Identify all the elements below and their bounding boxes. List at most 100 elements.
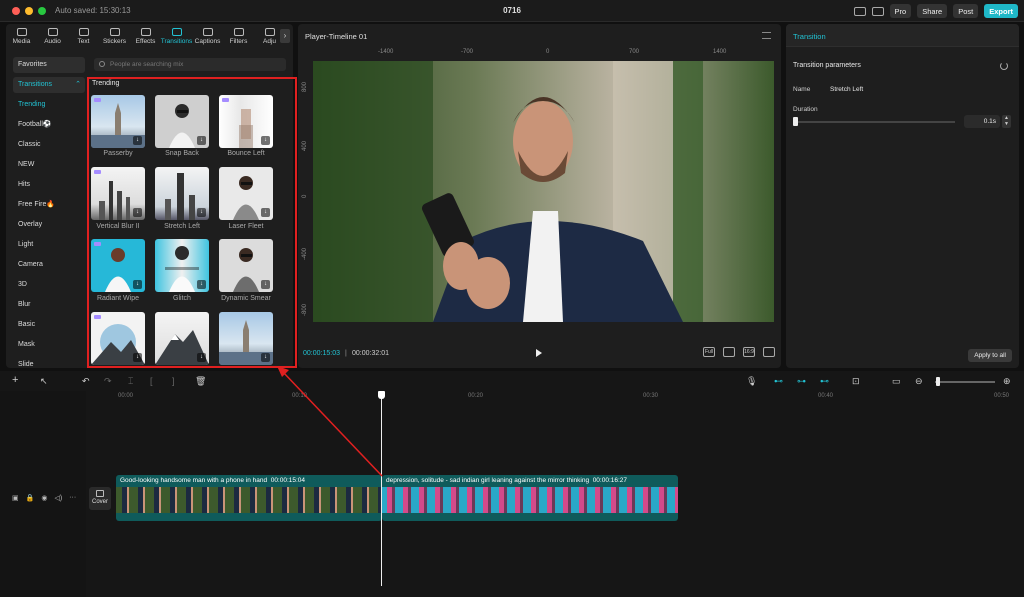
share-button[interactable]: Share xyxy=(917,4,948,18)
category-item[interactable]: Light xyxy=(13,237,85,253)
category-item[interactable]: 3D xyxy=(13,277,85,293)
tool-filters[interactable]: Filters xyxy=(223,24,254,48)
media-icon xyxy=(16,27,27,36)
category-item[interactable]: Hits xyxy=(13,177,85,193)
snap-icon[interactable]: ⊡ xyxy=(852,376,860,387)
duration-slider-track[interactable] xyxy=(795,121,955,123)
category-item[interactable]: Camera xyxy=(13,257,85,273)
fullscreen-icon[interactable] xyxy=(763,347,775,357)
select-tool-icon[interactable]: ↖ xyxy=(40,376,48,387)
duration-input[interactable]: 0.1s xyxy=(964,115,1000,128)
delete-icon[interactable]: 🗑 xyxy=(195,376,206,387)
tool-media[interactable]: Media xyxy=(6,24,37,48)
speaker-icon[interactable]: ◁) xyxy=(54,494,62,502)
search-icon xyxy=(99,61,105,67)
search-input[interactable]: People are searching mix xyxy=(94,58,286,71)
play-icon[interactable] xyxy=(536,349,542,357)
playhead-handle[interactable] xyxy=(378,391,385,399)
category-item[interactable]: Slide xyxy=(13,357,85,368)
timeline-tick: 00:30 xyxy=(643,393,659,399)
timeline-tick: 00:50 xyxy=(994,393,1010,399)
tool-label: Text xyxy=(77,37,90,45)
post-button[interactable]: Post xyxy=(953,4,979,18)
transition-parameters-heading[interactable]: Transition parameters xyxy=(793,62,861,69)
add-icon[interactable]: + xyxy=(12,374,18,386)
menu-icon[interactable] xyxy=(762,32,771,39)
category-item[interactable]: Classic xyxy=(13,137,85,153)
pro-button[interactable]: Pro xyxy=(889,4,912,18)
ruler-tick: 800 xyxy=(302,81,308,92)
category-item[interactable]: Basic xyxy=(13,317,85,333)
filters-icon xyxy=(233,27,244,36)
properties-title[interactable]: Transition xyxy=(793,32,826,41)
timeline-ruler[interactable]: 00:00 00:10 00:20 00:30 00:40 00:50 xyxy=(86,393,1024,403)
category-item[interactable]: Football⚽ xyxy=(13,117,85,133)
share-label: Share xyxy=(922,6,943,16)
cover-button[interactable]: Cover xyxy=(89,487,111,510)
category-item[interactable]: Overlay xyxy=(13,217,85,233)
tool-effects[interactable]: Effects xyxy=(130,24,161,48)
time-separator: | xyxy=(345,350,347,357)
microphone-icon[interactable]: 🎙 xyxy=(746,376,757,387)
duration-stepper[interactable]: ▲ ▼ xyxy=(1002,115,1011,128)
tool-audio[interactable]: Audio xyxy=(37,24,68,48)
category-item[interactable]: Blur xyxy=(13,297,85,313)
aspect-ratio-button[interactable]: 16:9 xyxy=(743,347,755,357)
split-right-icon[interactable]: ] xyxy=(172,376,175,386)
properties-header: Transition xyxy=(786,24,1019,47)
video-preview[interactable] xyxy=(313,61,774,322)
tool-captions[interactable]: Captions xyxy=(192,24,223,48)
timeline-tick: 00:40 xyxy=(818,393,834,399)
redo-icon[interactable]: ↷ xyxy=(104,376,112,387)
reset-icon[interactable] xyxy=(1000,62,1008,70)
more-icon[interactable]: ··· xyxy=(69,494,76,502)
tool-label: Audio xyxy=(44,37,61,45)
zoom-slider-thumb[interactable] xyxy=(936,377,940,386)
ruler-tick: 700 xyxy=(629,49,640,55)
stickers-icon xyxy=(109,27,120,36)
name-label: Name xyxy=(793,86,811,93)
title-bar: Auto saved: 15:30:13 0716 Pro Share Post… xyxy=(0,0,1024,22)
tool-stickers[interactable]: Stickers xyxy=(99,24,130,48)
effects-icon xyxy=(140,27,151,36)
undo-icon[interactable]: ↶ xyxy=(82,376,90,387)
magnet-icon[interactable]: ⊷ xyxy=(774,376,783,387)
fit-icon[interactable]: ▭ xyxy=(892,376,901,387)
zoom-slider-track[interactable] xyxy=(935,381,995,383)
export-button[interactable]: Export xyxy=(984,4,1018,18)
video-clip[interactable]: Good-looking handsome man with a phone i… xyxy=(116,475,382,521)
category-item[interactable]: Favorites xyxy=(13,57,85,73)
toolbar-more-button[interactable]: › xyxy=(280,29,290,43)
tool-transitions[interactable]: Transitions xyxy=(161,24,192,48)
zoom-out-icon[interactable]: ⊖ xyxy=(915,376,923,387)
eye-icon[interactable]: ◉ xyxy=(41,494,47,502)
shortcuts-icon[interactable] xyxy=(871,6,884,16)
lock-icon[interactable]: 🔒 xyxy=(26,494,35,502)
layout-icon[interactable] xyxy=(853,6,866,16)
split-icon[interactable]: ⌶ xyxy=(128,376,133,387)
apply-to-all-button[interactable]: Apply to all xyxy=(968,349,1012,362)
split-left-icon[interactable]: [ xyxy=(150,376,153,386)
preview-axis-icon[interactable]: ⊷ xyxy=(820,376,829,387)
category-item[interactable]: Transitions xyxy=(13,77,85,93)
snapshot-icon[interactable] xyxy=(723,347,735,357)
duration-slider-thumb[interactable] xyxy=(793,117,798,126)
category-item[interactable]: Free Fire🔥 xyxy=(13,197,85,213)
playhead-line[interactable] xyxy=(381,396,382,586)
horizontal-ruler: -1400 -700 0 700 1400 xyxy=(313,49,773,57)
video-clip[interactable]: depression, solitude - sad indian girl l… xyxy=(382,475,678,521)
timeline-toolbar: + ↖ ↶ ↷ ⌶ [ ] 🗑 🎙 ⊷ ⊶ ⊷ ⊡ ▭ ⊖ ⊕ xyxy=(0,371,1024,391)
link-icon[interactable]: ⊶ xyxy=(797,376,806,387)
clip-thumbnails xyxy=(382,487,678,513)
ruler-tick: 0 xyxy=(546,49,550,55)
full-quality-button[interactable]: Full xyxy=(703,347,715,357)
transitions-icon xyxy=(171,27,182,36)
category-item[interactable]: Mask xyxy=(13,337,85,353)
category-item[interactable]: NEW xyxy=(13,157,85,173)
ruler-tick: 400 xyxy=(302,140,308,151)
zoom-in-icon[interactable]: ⊕ xyxy=(1003,376,1011,387)
vertical-ruler: 800 400 0 -400 -800 xyxy=(302,64,312,324)
tool-label: Filters xyxy=(229,37,248,45)
tool-text[interactable]: Text xyxy=(68,24,99,48)
category-item[interactable]: Trending xyxy=(13,97,85,113)
